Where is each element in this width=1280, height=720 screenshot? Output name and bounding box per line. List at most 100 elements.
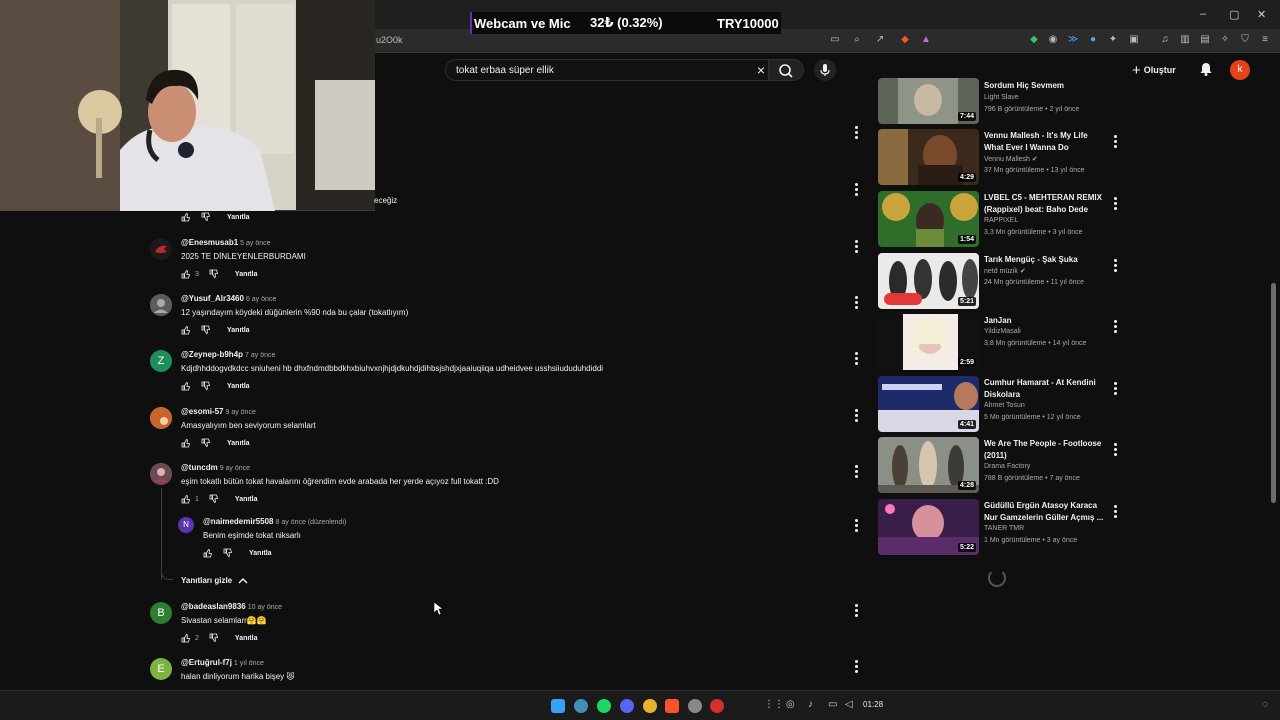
comment-more-icon[interactable] <box>851 463 861 478</box>
like-icon[interactable] <box>181 269 191 279</box>
address-bar-url[interactable]: u2O0k <box>376 35 403 45</box>
dislike-icon[interactable] <box>201 325 211 335</box>
video-title[interactable]: Vennu Mallesh - It's My Life What Ever I… <box>984 130 1109 154</box>
video-more-icon[interactable] <box>1112 503 1118 520</box>
video-more-icon[interactable] <box>1112 133 1118 150</box>
related-video[interactable]: 2:59 JanJan YildizMasali 3,8 Mn görüntül… <box>878 314 1128 370</box>
tray-icon[interactable]: ⋮⋮ <box>764 699 784 710</box>
comment-more-icon[interactable] <box>851 124 861 139</box>
comment-more-icon[interactable] <box>851 602 861 617</box>
like-icon[interactable] <box>181 633 191 643</box>
app-icon[interactable] <box>710 699 724 713</box>
video-channel[interactable]: Drama Factory <box>984 463 1030 470</box>
video-title[interactable]: We Are The People - Footloose (2011) <box>984 438 1109 462</box>
video-channel[interactable]: YildizMasali <box>984 328 1021 335</box>
avatar[interactable] <box>150 294 172 316</box>
video-title[interactable]: Tarık Mengüç - Şak Şuka <box>984 254 1109 266</box>
notifications-bell-icon[interactable] <box>1198 61 1214 77</box>
obs-icon[interactable] <box>688 699 702 713</box>
video-channel[interactable]: RAPPIXEL <box>984 217 1018 224</box>
screenshot-icon[interactable]: ▣ <box>1127 33 1141 47</box>
comment-time[interactable]: 8 ay önce (düzenlendi) <box>276 519 347 526</box>
video-channel[interactable]: Light Slave <box>984 94 1019 101</box>
comment-time[interactable]: 10 ay önce <box>248 604 282 611</box>
related-video[interactable]: 4:29 Vennu Mallesh - It's My Life What E… <box>878 129 1128 185</box>
video-thumbnail[interactable]: 5:21 <box>878 253 979 309</box>
volume-icon[interactable]: ◁ <box>845 699 853 710</box>
video-title[interactable]: Güdüllü Ergün Atasoy Karaca Nur Gamzeler… <box>984 500 1109 524</box>
notification-center-icon[interactable]: ◌ <box>1262 699 1268 710</box>
avatar[interactable]: N <box>178 517 194 533</box>
comment-time[interactable]: 6 ay önce <box>246 296 276 303</box>
avatar[interactable] <box>150 463 172 485</box>
account-avatar[interactable]: k <box>1230 60 1250 80</box>
video-thumbnail[interactable]: 4:41 <box>878 376 979 432</box>
app-icon[interactable] <box>574 699 588 713</box>
video-more-icon[interactable] <box>1112 195 1118 212</box>
search-button[interactable] <box>768 59 804 81</box>
sidebar-icon[interactable]: ▥ <box>1178 33 1192 47</box>
minimize-icon[interactable]: – <box>1200 8 1206 20</box>
related-video[interactable]: 1:54 LVBEL C5 - MEHTERAN REMIX (Rappixel… <box>878 191 1128 247</box>
reply-button[interactable]: Yanıtla <box>235 271 258 278</box>
comment-more-icon[interactable] <box>851 181 861 196</box>
maximize-icon[interactable]: ▢ <box>1229 8 1239 21</box>
video-more-icon[interactable] <box>1112 257 1118 274</box>
video-thumbnail[interactable]: 5:22 <box>878 499 979 555</box>
comment-author[interactable]: @Enesmusab1 <box>181 238 238 247</box>
video-title[interactable]: Cumhur Hamarat - At Kendini Diskolara <box>984 377 1109 401</box>
spotify-icon[interactable] <box>597 699 611 713</box>
like-icon[interactable] <box>181 325 191 335</box>
avatar[interactable] <box>150 407 172 429</box>
extension-icon[interactable]: ● <box>1086 33 1100 47</box>
video-thumbnail[interactable]: 1:54 <box>878 191 979 247</box>
taskbar-clock[interactable]: 01:28 <box>863 700 883 709</box>
avatar[interactable]: B <box>150 602 172 624</box>
reply-button[interactable]: Yanıtla <box>227 327 250 334</box>
dislike-icon[interactable] <box>201 438 211 448</box>
dislike-icon[interactable] <box>201 212 211 222</box>
brave-rewards-icon[interactable]: ▲ <box>919 33 933 47</box>
avatar[interactable]: E <box>150 658 172 680</box>
comment-more-icon[interactable] <box>851 350 861 365</box>
related-video[interactable]: 4:41 Cumhur Hamarat - At Kendini Diskola… <box>878 376 1128 432</box>
reply-button[interactable]: Yanıtla <box>227 214 250 221</box>
extension-icon[interactable]: ◉ <box>1046 33 1060 47</box>
comment-author[interactable]: @tuncdm <box>181 463 218 472</box>
reply-button[interactable]: Yanıtla <box>249 550 272 557</box>
video-more-icon[interactable] <box>1112 380 1118 397</box>
like-icon[interactable] <box>181 212 191 222</box>
scrollbar-thumb[interactable] <box>1271 283 1276 503</box>
microphone-icon[interactable]: ♪ <box>808 699 813 710</box>
related-video[interactable]: 4:28 We Are The People - Footloose (2011… <box>878 437 1128 493</box>
comment-time[interactable]: 7 ay önce <box>245 352 275 359</box>
avatar[interactable]: Z <box>150 350 172 372</box>
video-thumbnail[interactable]: 4:29 <box>878 129 979 185</box>
reply-button[interactable]: Yanıtla <box>227 440 250 447</box>
comment-more-icon[interactable] <box>851 658 861 673</box>
comment-time[interactable]: 9 ay önce <box>220 465 250 472</box>
comment-more-icon[interactable] <box>851 238 861 253</box>
comment-author[interactable]: @Zeynep-b9h4p <box>181 350 243 359</box>
chrome-icon[interactable] <box>643 699 657 713</box>
comment-more-icon[interactable] <box>851 294 861 309</box>
wallet-icon[interactable]: ▤ <box>1198 33 1212 47</box>
extension-icon[interactable]: ≫ <box>1066 33 1080 47</box>
like-icon[interactable] <box>181 494 191 504</box>
brave-icon[interactable] <box>665 699 679 713</box>
comment-time[interactable]: 1 yıl önce <box>234 660 264 667</box>
video-title[interactable]: Sordum Hiç Sevmem <box>984 80 1109 92</box>
video-channel[interactable]: Vennu Mallesh ✔ <box>984 155 1038 163</box>
related-video[interactable]: 5:21 Tarık Mengüç - Şak Şuka netd müzik … <box>878 253 1128 309</box>
close-window-icon[interactable]: ✕ <box>1257 8 1266 21</box>
headset-icon[interactable]: ◎ <box>786 699 795 710</box>
network-icon[interactable]: ▭ <box>828 699 837 710</box>
close-icon[interactable]: × <box>757 62 765 78</box>
comment-more-icon[interactable] <box>851 517 861 532</box>
reply-button[interactable]: Yanıtla <box>235 496 258 503</box>
search-input[interactable]: tokat erbaa süper ellik × <box>445 59 774 81</box>
create-button[interactable]: + Oluştur <box>1132 62 1176 79</box>
hide-replies-button[interactable]: Yanıtları gizle <box>181 576 248 585</box>
related-video[interactable]: 5:22 Güdüllü Ergün Atasoy Karaca Nur Gam… <box>878 499 1128 555</box>
dislike-icon[interactable] <box>209 269 219 279</box>
